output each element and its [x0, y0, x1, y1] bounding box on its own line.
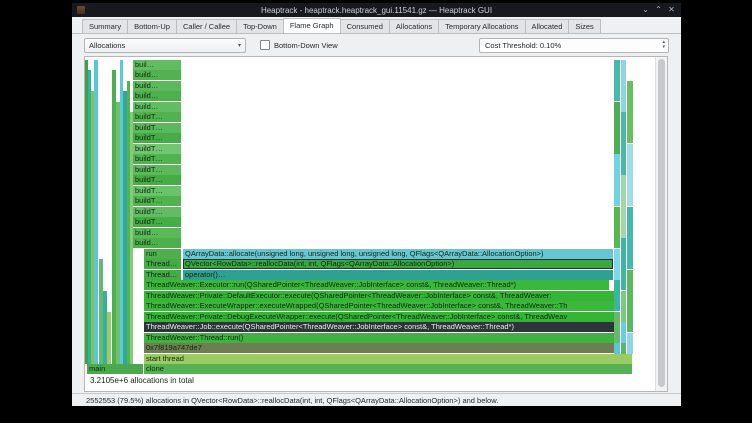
checkbox-label: Bottom-Down View [274, 41, 338, 50]
chevron-down-icon: ▾ [238, 42, 241, 49]
flame-bar[interactable]: buildT… [133, 175, 181, 185]
flame-bar[interactable]: buildT… [133, 112, 181, 122]
tab-sizes[interactable]: Sizes [568, 19, 600, 33]
checkbox-box[interactable] [260, 40, 270, 50]
flame-bar[interactable]: build… [133, 238, 181, 248]
flame-bar[interactable]: operator()… [183, 270, 613, 280]
flame-bar[interactable] [621, 238, 626, 290]
flame-bar[interactable] [614, 249, 620, 280]
flame-graph-frame: 3.2105e+6 allocations in total mainclone… [84, 56, 668, 392]
statusbar: 2552553 (79.5%) allocations in QVector<R… [72, 393, 681, 406]
spin-arrows: ▴ ▾ [662, 40, 665, 50]
flame-bar[interactable] [614, 102, 620, 154]
window-title: Heaptrack - heaptrack.heaptrack_gui.1154… [261, 6, 492, 15]
window-controls: ⌄ ⌃ ✕ [639, 3, 678, 17]
flame-bar[interactable] [621, 343, 626, 354]
flame-bar[interactable] [621, 112, 626, 175]
flame-bar[interactable]: build… [133, 102, 181, 112]
toolbar: Allocations ▾ Bottom-Down View Cost Thre… [72, 34, 681, 56]
flame-bar[interactable]: build… [133, 70, 181, 80]
tab-bottom-up[interactable]: Bottom-Up [127, 19, 177, 33]
flame-bar[interactable] [627, 270, 633, 333]
flame-bar[interactable] [627, 144, 633, 207]
flame-bar[interactable] [614, 207, 620, 249]
tab-top-down[interactable]: Top-Down [236, 19, 284, 33]
flame-bar[interactable]: Thread… [144, 270, 181, 280]
flame-bar[interactable]: buildT… [133, 165, 181, 175]
flame-bar[interactable]: buildT… [133, 207, 181, 217]
flame-bar[interactable] [627, 81, 633, 144]
flame-bar[interactable]: ThreadWeaver::Job::execute(QSharedPointe… [144, 322, 614, 332]
flame-bar[interactable]: Thread… [144, 259, 181, 269]
titlebar: Heaptrack - heaptrack.heaptrack_gui.1154… [72, 3, 681, 17]
tabbar: SummaryBottom-UpCaller / CalleeTop-DownF… [72, 17, 681, 34]
tab-allocations[interactable]: Allocations [389, 19, 439, 33]
flame-canvas: 3.2105e+6 allocations in total mainclone… [85, 57, 655, 391]
flame-bar[interactable]: buil… [133, 60, 181, 70]
flame-bar[interactable]: QVector<RowData>::reallocData(int, int, … [183, 259, 613, 269]
flame-bar[interactable]: buildT… [133, 217, 181, 227]
cost-threshold-spinbox[interactable]: Cost Threshold: 0.10% ▴ ▾ [479, 38, 669, 53]
flame-bar[interactable] [614, 312, 620, 343]
heaptrack-window: Heaptrack - heaptrack.heaptrack_gui.1154… [72, 3, 681, 406]
flame-bar[interactable]: ThreadWeaver::Private::DebugExecuteWrapp… [144, 312, 614, 322]
flame-bar[interactable]: buildT… [133, 186, 181, 196]
vertical-scrollbar[interactable] [655, 57, 667, 391]
flame-bar[interactable] [621, 175, 626, 238]
flame-bar[interactable]: clone [144, 364, 632, 374]
spin-down-icon[interactable]: ▾ [662, 45, 665, 50]
flame-bar[interactable]: QArrayData::allocate(unsigned long, unsi… [183, 249, 613, 259]
close-icon[interactable]: ✕ [665, 3, 678, 17]
flame-bar[interactable]: buildT… [133, 133, 181, 143]
minimize-icon[interactable]: ⌄ [639, 3, 652, 17]
flame-bar[interactable]: build… [133, 81, 181, 91]
tab-consumed[interactable]: Consumed [340, 19, 390, 33]
flame-bar[interactable]: build… [133, 228, 181, 238]
flame-bar[interactable] [614, 60, 620, 102]
flame-bar[interactable]: buildT… [133, 144, 181, 154]
status-text: 2552553 (79.5%) allocations in QVector<R… [86, 396, 498, 405]
tab-flame-graph[interactable]: Flame Graph [283, 18, 341, 33]
flame-bar[interactable]: run [144, 249, 181, 259]
flame-bar[interactable]: ThreadWeaver::ExecuteWrapper::executeWra… [144, 301, 614, 311]
app-icon [77, 6, 85, 14]
flame-bar[interactable]: build… [133, 91, 181, 101]
flame-bar[interactable]: buildT… [133, 154, 181, 164]
allocations-combobox[interactable]: Allocations ▾ [84, 38, 246, 53]
flame-bar[interactable]: main [87, 364, 143, 374]
flame-bar[interactable] [627, 333, 633, 354]
total-allocations-label: 3.2105e+6 allocations in total [90, 376, 194, 385]
flame-bar[interactable]: buildT… [133, 123, 181, 133]
flame-bar[interactable] [107, 312, 111, 365]
tab-allocated[interactable]: Allocated [525, 19, 570, 33]
flame-bar[interactable]: ThreadWeaver::Thread::run() [144, 333, 614, 343]
flame-bar[interactable]: start thread [144, 354, 632, 364]
flame-bar[interactable] [94, 60, 98, 365]
combobox-value: Allocations [89, 41, 125, 50]
flame-bar[interactable] [621, 291, 626, 322]
flame-bar[interactable]: 0x7f819a747de7 [144, 343, 614, 353]
cost-threshold-value: Cost Threshold: 0.10% [485, 41, 561, 50]
flame-bar[interactable]: ThreadWeaver::Private::DefaultExecutor::… [144, 291, 614, 301]
flame-bar[interactable] [614, 154, 620, 206]
bottom-down-view-checkbox[interactable]: Bottom-Down View [260, 40, 338, 50]
tab-caller-callee[interactable]: Caller / Callee [176, 19, 237, 33]
maximize-icon[interactable]: ⌃ [652, 3, 665, 17]
flame-bar[interactable] [621, 60, 626, 112]
flame-bar[interactable] [621, 322, 626, 343]
flame-bar[interactable]: buildT… [133, 196, 181, 206]
flame-bar[interactable] [614, 343, 620, 354]
flame-bar[interactable] [614, 280, 620, 311]
flame-bar[interactable]: ThreadWeaver::Executor::run(QSharedPoint… [144, 280, 609, 290]
scrollbar-thumb[interactable] [658, 59, 665, 387]
tab-summary[interactable]: Summary [82, 19, 128, 33]
flame-bar[interactable] [627, 207, 633, 270]
tab-temporary-allocations[interactable]: Temporary Allocations [438, 19, 525, 33]
